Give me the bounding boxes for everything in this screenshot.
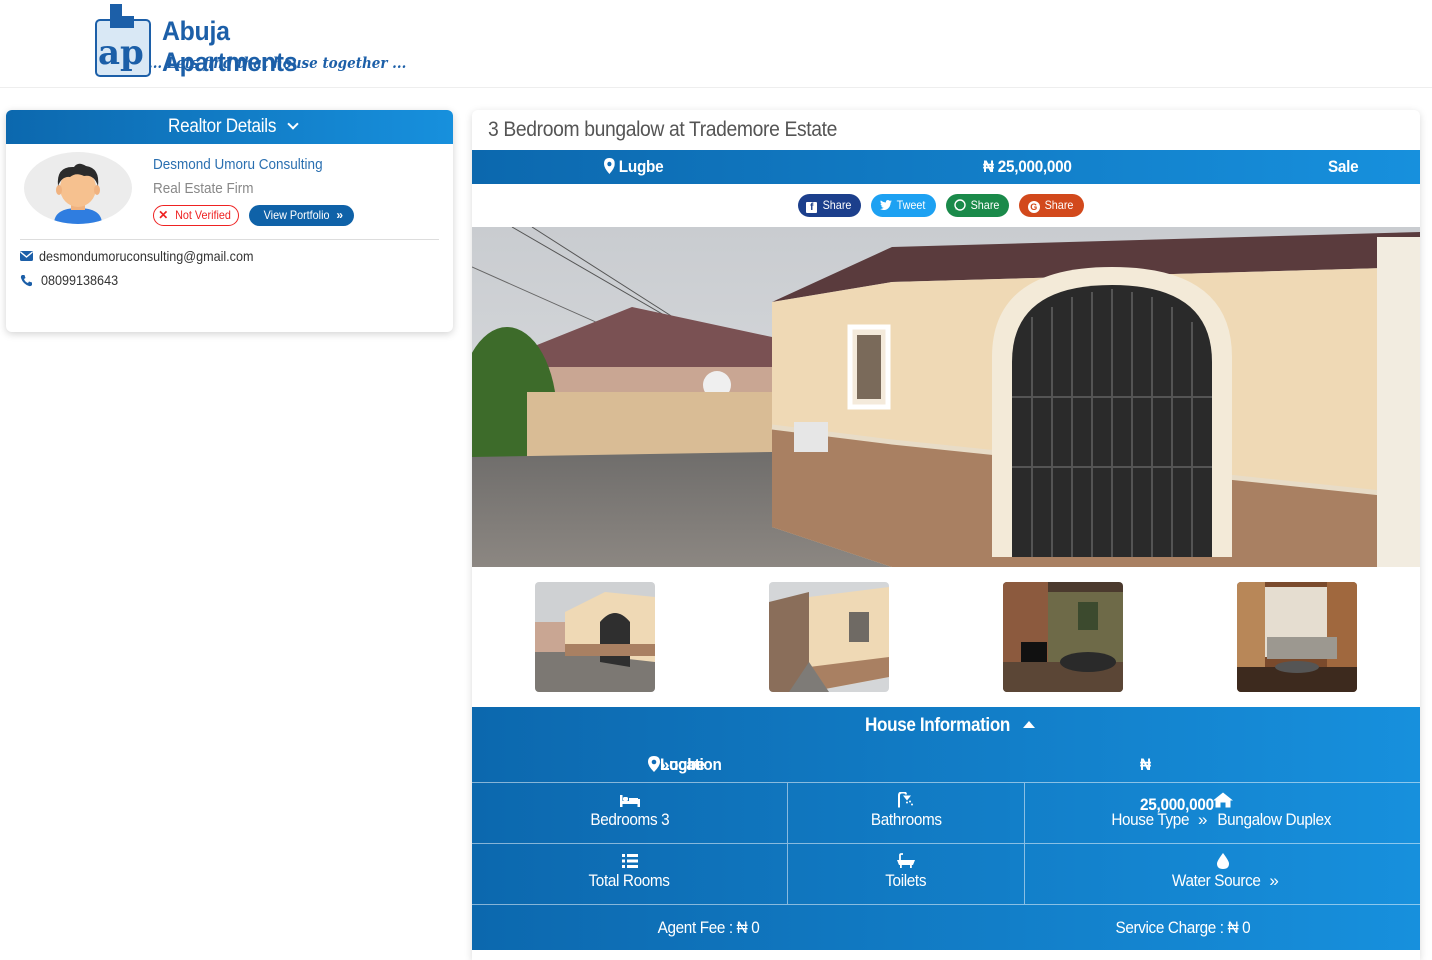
site-header: ap Abuja Apartments ... Lets find that h… xyxy=(0,0,1432,88)
listing-title: 3 Bedroom bungalow at Trademore Estate xyxy=(488,118,838,141)
bed-icon xyxy=(619,795,640,807)
info-location-value: Lugbe xyxy=(660,755,705,774)
google-plus-icon: G xyxy=(1027,201,1040,213)
photo-thumbnail[interactable] xyxy=(1237,582,1357,692)
total-rooms-label: Total Rooms xyxy=(588,871,671,890)
phone-row[interactable]: 08099138643 xyxy=(20,272,127,288)
list-icon xyxy=(621,854,638,868)
house-type-cell: House Type » Bungalow Duplex xyxy=(1025,783,1420,844)
view-portfolio-button[interactable]: View Portfolio » xyxy=(249,205,354,226)
toilets-cell: Toilets xyxy=(788,844,1025,905)
realtor-name-text: Desmond Umoru Consulting xyxy=(153,156,323,173)
photo-thumbnail[interactable] xyxy=(535,582,655,692)
realtor-email: desmondumoruconsulting@gmail.com xyxy=(39,248,254,264)
listing-main-photo[interactable] xyxy=(472,227,1420,567)
logo-tagline: ... Lets find that house together ... xyxy=(148,54,407,72)
bedrooms-label: Bedrooms 3 xyxy=(590,810,669,829)
google-plus-share-button[interactable]: G Share xyxy=(1019,194,1084,217)
bath-icon xyxy=(897,853,915,868)
info-location-price-row: Location » Lugbe ₦ 25,000,000 xyxy=(472,745,1420,814)
water-source-cell: Water Source » xyxy=(1025,844,1420,905)
envelope-icon xyxy=(20,251,33,261)
agent-fee-cell: Agent Fee : ₦ 0 xyxy=(472,905,946,950)
facebook-icon: f xyxy=(806,202,818,213)
realtor-header[interactable]: Realtor Details xyxy=(6,110,453,144)
logo-initials: ap xyxy=(98,33,144,73)
house-information-title: House Information xyxy=(865,715,1010,736)
bathrooms-label: Bathrooms xyxy=(870,810,942,829)
realtor-type-text: Real Estate Firm xyxy=(153,180,254,197)
facebook-share-button[interactable]: f Share xyxy=(798,194,861,217)
double-chevron-right-icon: » xyxy=(336,208,344,222)
whatsapp-share-label: Share xyxy=(970,198,1000,212)
realtor-card: Realtor Details Desmond Umoru Consulting… xyxy=(6,110,453,332)
info-location: Location » Lugbe xyxy=(648,745,722,785)
summary-location: Lugbe xyxy=(604,150,664,184)
bedrooms-cell: Bedrooms 3 xyxy=(472,783,788,844)
shower-icon xyxy=(898,792,913,808)
divider xyxy=(20,239,439,240)
realtor-name[interactable]: Desmond Umoru Consulting xyxy=(153,156,341,173)
chevron-down-icon xyxy=(286,118,299,130)
caret-up-icon xyxy=(1023,721,1036,728)
facebook-share-label: Share xyxy=(822,198,852,212)
listing-summary-bar: Lugbe ₦ 25,000,000 Sale xyxy=(472,150,1420,184)
realtor-phone: 08099138643 xyxy=(41,272,119,288)
toilets-label: Toilets xyxy=(885,871,927,890)
twitter-tweet-button[interactable]: Tweet xyxy=(871,194,936,217)
not-verified-badge: ✕ Not Verified xyxy=(153,205,239,226)
service-charge-label: Service Charge : ₦ 0 xyxy=(1115,918,1251,937)
thumbnail-exterior-2 xyxy=(769,582,889,692)
thumbnail-living-room-2 xyxy=(1237,582,1357,692)
twitter-tweet-label: Tweet xyxy=(896,198,926,212)
summary-price: ₦ 25,000,000 xyxy=(983,157,1072,176)
house-type-label: House Type xyxy=(1111,810,1190,829)
house-photo xyxy=(472,227,1420,567)
summary-location-text: Lugbe xyxy=(618,157,664,176)
total-rooms-cell: Total Rooms xyxy=(472,844,788,905)
logo-mark-icon: ap xyxy=(95,4,151,77)
site-logo[interactable]: ap Abuja Apartments ... Lets find that h… xyxy=(90,2,406,82)
realtor-type: Real Estate Firm xyxy=(153,180,265,197)
house-information-panel: House Information Location » Lugbe ₦ 25,… xyxy=(472,707,1420,950)
close-icon: ✕ xyxy=(158,208,169,222)
water-source-label: Water Source xyxy=(1171,871,1261,890)
water-drop-icon xyxy=(1216,853,1229,869)
twitter-icon xyxy=(879,200,892,211)
photo-thumbnail[interactable] xyxy=(769,582,889,692)
photo-thumbnail[interactable] xyxy=(1003,582,1123,692)
double-chevron-right-icon: » xyxy=(1198,810,1208,829)
listing-card: 3 Bedroom bungalow at Trademore Estate L… xyxy=(472,110,1420,960)
map-marker-icon xyxy=(604,158,615,174)
thumbnail-exterior-1 xyxy=(535,582,655,692)
email-row[interactable]: desmondumoruconsulting@gmail.com xyxy=(20,248,277,264)
summary-status: Sale xyxy=(1328,157,1359,176)
portfolio-button-label: View Portfolio xyxy=(263,208,330,222)
house-type-value: Bungalow Duplex xyxy=(1217,810,1332,829)
verification-label: Not Verified xyxy=(174,208,231,222)
whatsapp-icon xyxy=(954,199,966,211)
house-information-header[interactable]: House Information xyxy=(472,707,1420,745)
user-avatar-icon xyxy=(54,163,102,224)
whatsapp-share-button[interactable]: Share xyxy=(946,194,1009,217)
realtor-header-label: Realtor Details xyxy=(168,116,277,137)
agent-fee-label: Agent Fee : ₦ 0 xyxy=(658,918,760,937)
thumbnail-living-room-1 xyxy=(1003,582,1123,692)
phone-icon xyxy=(20,274,32,286)
double-chevron-right-icon: » xyxy=(1269,871,1279,890)
home-icon xyxy=(1212,792,1233,808)
avatar xyxy=(24,152,132,224)
google-plus-share-label: Share xyxy=(1044,198,1074,212)
map-marker-icon xyxy=(648,756,660,772)
service-charge-cell: Service Charge : ₦ 0 xyxy=(946,905,1420,950)
bathrooms-cell: Bathrooms xyxy=(788,783,1025,844)
